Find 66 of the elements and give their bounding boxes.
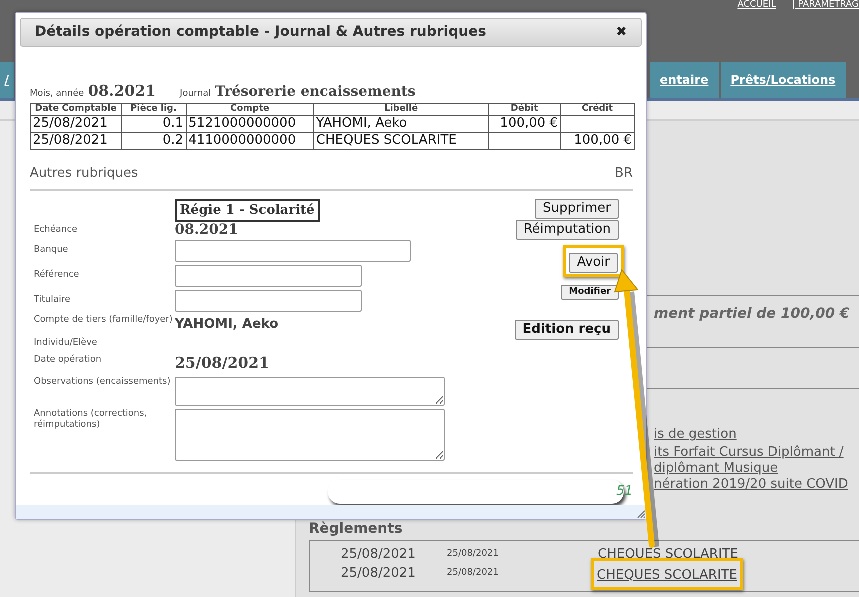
column-header: Compte	[186, 104, 314, 116]
text-area[interactable]	[175, 409, 445, 461]
table-cell: 5121000000000	[188, 116, 296, 131]
text-link[interactable]: is de gestion	[654, 427, 737, 443]
field-label: Titulaire	[33, 294, 72, 306]
field-label: Individu/Elève	[33, 338, 98, 348]
window-title: Détails opération comptable - Journal & Autres rubriques	[35, 23, 486, 42]
table-cell: 0.2	[162, 133, 184, 148]
action-button[interactable]: Modifier	[561, 284, 619, 300]
table-cell: 4110000000000	[188, 133, 296, 148]
field-label: Echéance	[33, 224, 79, 236]
table-cell: 25/08/2021	[33, 116, 108, 131]
field-label: Annotations (corrections, réimputations)	[33, 409, 148, 431]
section-code: BR	[615, 165, 633, 183]
nav-tab[interactable]: Prêts/Locations	[720, 62, 846, 98]
action-button[interactable]: Supprimer	[535, 198, 619, 218]
action-button[interactable]: Avoir	[569, 252, 618, 272]
field-value: 25/08/2021	[175, 352, 270, 374]
table-cell: 100,00 €	[574, 133, 632, 148]
input-field[interactable]	[175, 265, 362, 287]
field-value: 08.2021	[175, 223, 238, 237]
field-label: Date opération	[33, 354, 103, 366]
date-text: 25/08/2021	[340, 546, 417, 564]
table-cell: 0.1	[162, 116, 184, 131]
close-button[interactable]: ✖	[616, 22, 627, 42]
resize-grip-icon[interactable]	[637, 510, 646, 519]
field-label: Banque	[33, 244, 70, 256]
date-text: 25/08/2021	[447, 548, 500, 561]
action-button[interactable]: Edition reçu	[514, 320, 619, 340]
text-area[interactable]	[175, 377, 445, 406]
payment-link[interactable]: CHEQUES SCOLARITE	[598, 544, 738, 564]
field-label: Journal	[180, 88, 212, 101]
column-header: Crédit	[560, 104, 634, 116]
section-title: Autres rubriques	[30, 165, 138, 183]
table-cell: 100,00 €	[500, 116, 558, 131]
nav-tab[interactable]: /	[0, 62, 14, 98]
text-link[interactable]: nération 2019/20 suite COVID	[654, 477, 848, 493]
column-header: Libellé	[314, 104, 489, 116]
column-header: Débit	[488, 104, 561, 116]
column-header: Date Comptable	[30, 104, 122, 116]
input-field[interactable]	[175, 240, 411, 262]
date-text: 25/08/2021	[340, 564, 417, 583]
nav-tab[interactable]: entaire	[650, 62, 719, 98]
period-value: 08.2021	[88, 81, 156, 102]
field-label: Observations (encaissements)	[33, 377, 172, 388]
table-cell: CHEQUES SCOLARITE	[316, 133, 457, 148]
text-link[interactable]: diplômant Musique	[654, 461, 778, 477]
field-value: YAHOMI, Aeko	[175, 316, 279, 334]
footer-number: 51	[616, 483, 633, 502]
text-link[interactable]: its Forfait Cursus Diplômant /	[654, 445, 844, 461]
section-title: Règlements	[308, 520, 404, 539]
field-label: Compte de tiers (famille/foyer)	[33, 315, 174, 326]
payment-link[interactable]: CHEQUES SCOLARITE	[597, 568, 738, 582]
field-label: Mois, année	[30, 88, 84, 101]
note-text: ment partiel de 100,00 €	[653, 305, 851, 324]
column-header: Pièce lig.	[121, 104, 186, 116]
journal-value: Trésorerie encaissements	[215, 83, 416, 102]
nav-link[interactable]: ACCUEIL	[738, 1, 776, 10]
input-field[interactable]	[175, 290, 362, 312]
regie-label: Régie 1 - Scolarité	[175, 198, 320, 222]
table-cell: YAHOMI, Aeko	[316, 116, 408, 131]
date-text: 25/08/2021	[447, 566, 500, 580]
action-button[interactable]: Réimputation	[516, 220, 619, 240]
nav-link[interactable]: | PARAMETRAG	[792, 1, 859, 10]
table-cell: 25/08/2021	[33, 133, 108, 148]
field-label: Référence	[33, 268, 80, 281]
